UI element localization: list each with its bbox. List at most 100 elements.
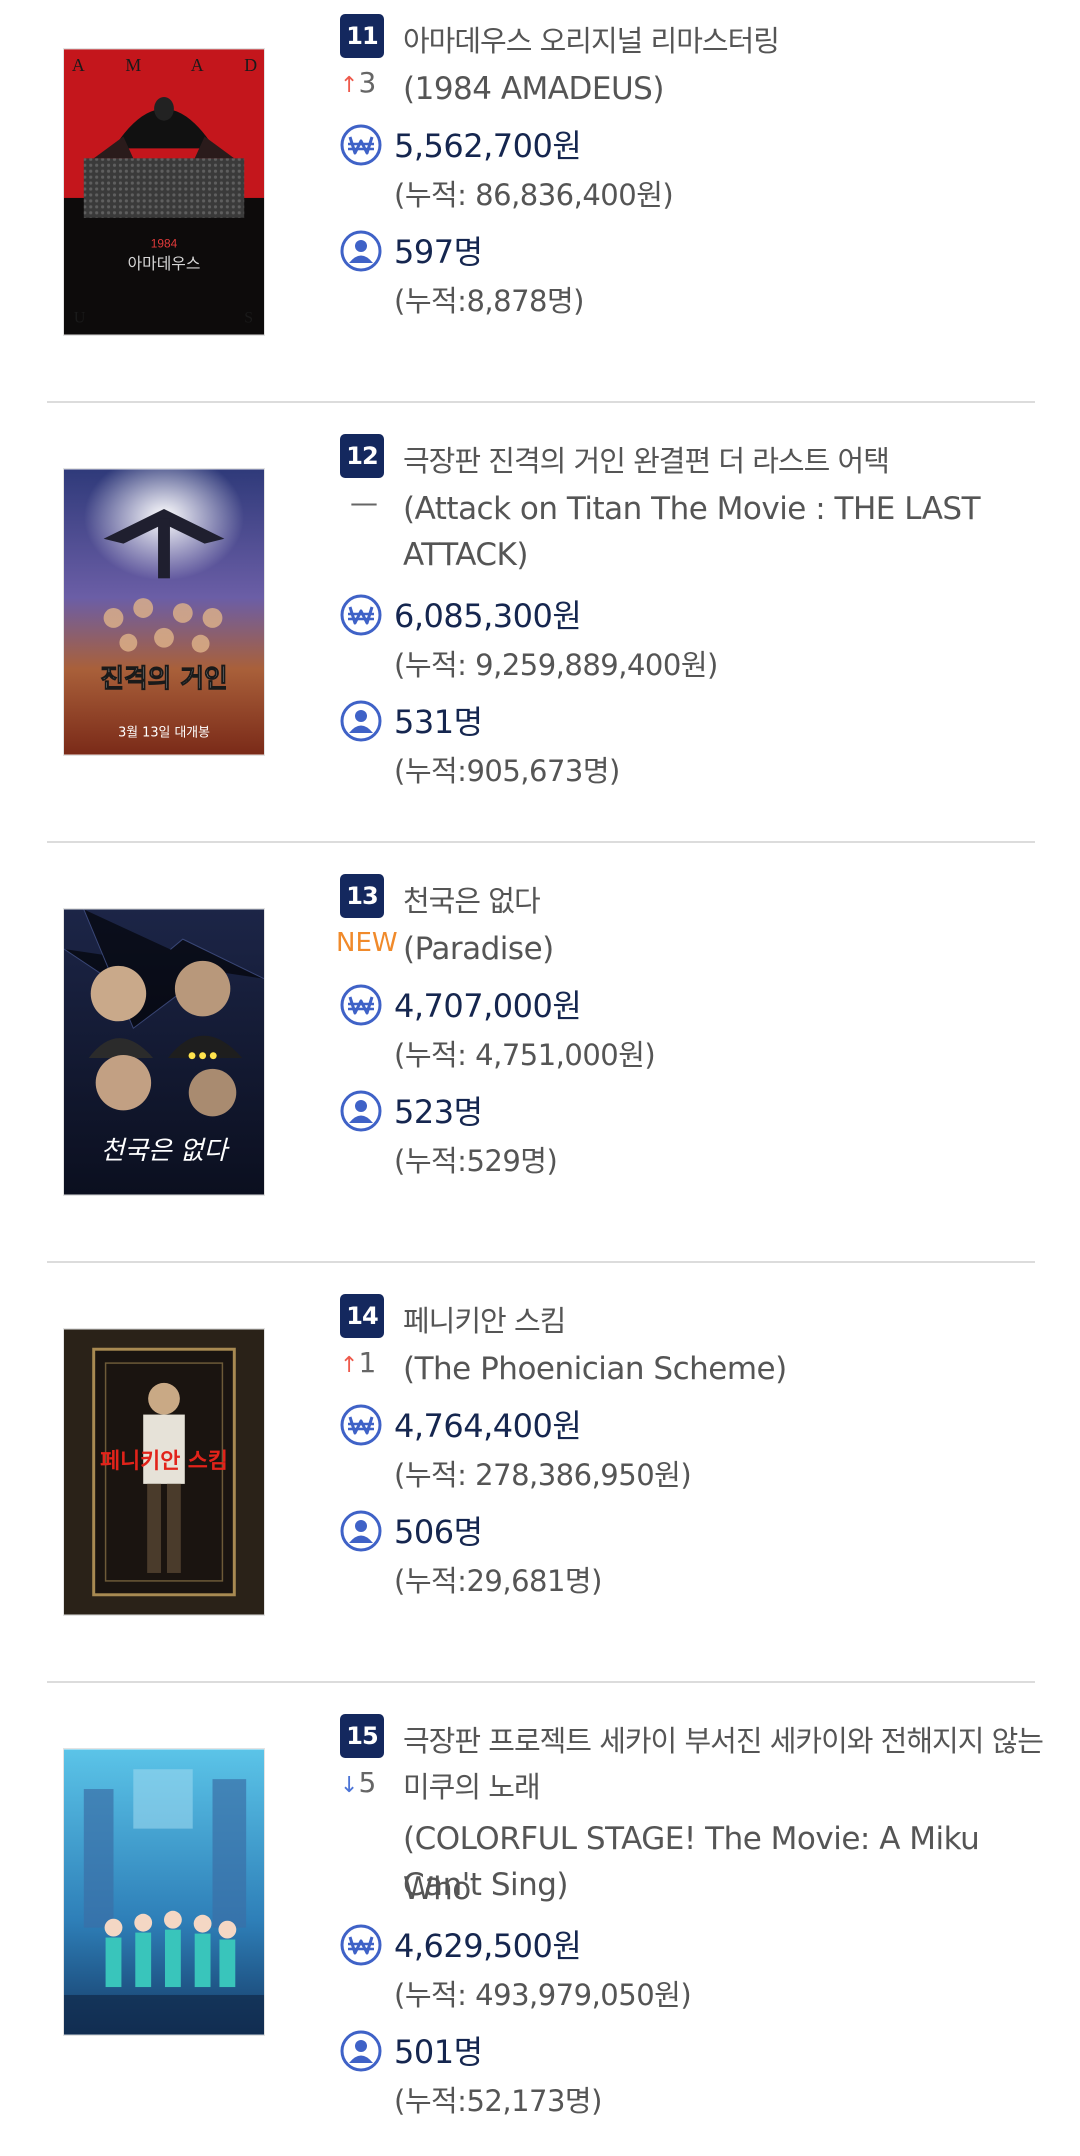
- list-item[interactable]: 진격의 거인 3월 13일 대개봉 12 극장판 진격의 거인 완결편 더 라스…: [47, 434, 1035, 834]
- person-icon: [340, 1510, 382, 1552]
- cumulative-sales: (누적: 86,836,400원): [394, 178, 674, 212]
- cumulative-audience: (누적:529명): [394, 1144, 558, 1178]
- svg-text:U: U: [74, 310, 86, 327]
- person-icon: [340, 230, 382, 272]
- movie-title-korean[interactable]: 페니키안 스킴: [403, 1298, 566, 1344]
- list-item[interactable]: ● ● ● 천국은 없다 13 천국은 없다 NEW (Paradise) 4,…: [47, 874, 1035, 1254]
- list-item[interactable]: A M A D 1984 아마데우스 U S 11 아마데우스 오리지널 리마스…: [47, 14, 1035, 394]
- movie-poster[interactable]: [63, 1748, 265, 2036]
- title-row-2: ↓5 미쿠의 노래: [340, 1760, 1040, 1810]
- audience-row: 597명: [340, 220, 1040, 276]
- movie-title-english-continued[interactable]: Can't Sing): [403, 1860, 569, 1910]
- rank-badge: 11: [340, 14, 384, 58]
- person-icon: [340, 1090, 382, 1132]
- audience-total-row: (누적:29,681명): [340, 1556, 1040, 1606]
- movie-info: 13 천국은 없다 NEW (Paradise) 4,707,000원 (누적:…: [336, 874, 1040, 1186]
- movie-title-english[interactable]: (The Phoenician Scheme): [403, 1344, 787, 1394]
- movie-title-korean[interactable]: 극장판 프로젝트 세카이 부서진 세카이와 전해지지 않는: [403, 1718, 1044, 1764]
- rank-change: ↑1: [340, 1340, 398, 1386]
- svg-text:D: D: [244, 55, 257, 75]
- divider: [47, 401, 1035, 403]
- title-row: 13 천국은 없다: [340, 874, 1040, 920]
- cumulative-audience: (누적:29,681명): [394, 1564, 602, 1598]
- daily-sales: 4,764,400원: [394, 1407, 582, 1445]
- title-row: 14 페니키안 스킴: [340, 1294, 1040, 1340]
- poster-attack-on-titan-image: 진격의 거인 3월 13일 대개봉: [64, 469, 264, 755]
- rank-change-value: 1: [358, 1346, 377, 1379]
- movie-title-korean[interactable]: 아마데우스 오리지널 리마스터링: [403, 18, 780, 64]
- audience-total-row: (누적:52,173명): [340, 2076, 1040, 2126]
- movie-poster[interactable]: 페니키안 스킴: [63, 1328, 265, 1616]
- cumulative-sales: (누적: 9,259,889,400원): [394, 648, 718, 682]
- audience-row: 531명: [340, 690, 1040, 746]
- movie-title-korean[interactable]: 천국은 없다: [403, 878, 541, 924]
- movie-title-english[interactable]: (1984 AMADEUS): [403, 64, 664, 114]
- won-coin-icon: [340, 1924, 382, 1966]
- audience-total-row: (누적:905,673명): [340, 746, 1040, 796]
- svg-text:A: A: [191, 55, 204, 75]
- poster-paradise-image: ● ● ● 천국은 없다: [64, 909, 264, 1195]
- svg-text:진격의 거인: 진격의 거인: [100, 664, 227, 694]
- movie-poster[interactable]: A M A D 1984 아마데우스 U S: [63, 48, 265, 336]
- movie-title-english-continued[interactable]: ATTACK): [403, 530, 528, 580]
- rank-change: ↓5: [340, 1760, 398, 1806]
- divider: [47, 1681, 1035, 1683]
- svg-text:3월 13일 대개봉: 3월 13일 대개봉: [118, 726, 210, 741]
- list-item[interactable]: 15 극장판 프로젝트 세카이 부서진 세카이와 전해지지 않는 ↓5 미쿠의 …: [47, 1714, 1044, 2154]
- daily-audience: 597명: [394, 233, 483, 271]
- movie-poster[interactable]: ● ● ● 천국은 없다: [63, 908, 265, 1196]
- movie-title-english[interactable]: (Attack on Titan The Movie : THE LAST: [403, 484, 981, 534]
- subtitle-row-2: ATTACK): [340, 530, 1040, 584]
- daily-audience: 531명: [394, 703, 483, 741]
- movie-poster[interactable]: 진격의 거인 3월 13일 대개봉: [63, 468, 265, 756]
- svg-text:천국은 없다: 천국은 없다: [101, 1136, 231, 1166]
- title-row: 15 극장판 프로젝트 세카이 부서진 세카이와 전해지지 않는: [340, 1714, 1044, 1760]
- svg-text:아마데우스: 아마데우스: [128, 254, 201, 273]
- subtitle-row: ↑3 (1984 AMADEUS): [340, 60, 1040, 114]
- subtitle-row: (COLORFUL STAGE! The Movie: A Miku Who: [340, 1810, 1040, 1907]
- cumulative-audience: (누적:8,878명): [394, 284, 584, 318]
- rank-change-value: 5: [358, 1766, 377, 1799]
- poster-phoenician-scheme-image: 페니키안 스킴: [64, 1329, 264, 1615]
- won-coin-icon: [340, 1404, 382, 1446]
- subtitle-row: ↑1 (The Phoenician Scheme): [340, 1340, 1040, 1394]
- sales-row: 5,562,700원: [340, 114, 1040, 170]
- won-coin-icon: [340, 594, 382, 636]
- svg-text:● ● ●: ● ● ●: [188, 1051, 217, 1061]
- rank-change: —: [350, 486, 378, 519]
- daily-sales: 4,707,000원: [394, 987, 582, 1025]
- movie-info: 14 페니키안 스킴 ↑1 (The Phoenician Scheme) 4,…: [340, 1294, 1040, 1606]
- cumulative-sales: (누적: 493,979,050원): [394, 1978, 692, 2012]
- svg-text:M: M: [125, 55, 141, 75]
- sales-row: 4,764,400원: [340, 1394, 1040, 1450]
- movie-title-korean[interactable]: 극장판 진격의 거인 완결편 더 라스트 어택: [403, 438, 890, 484]
- sales-total-row: (누적: 4,751,000원): [340, 1030, 1040, 1080]
- new-entry-badge: NEW: [336, 928, 398, 958]
- sales-row: 4,629,500원: [340, 1914, 1040, 1970]
- rank-badge: 14: [340, 1294, 384, 1338]
- rank-change-value: 3: [358, 66, 377, 99]
- svg-text:페니키안 스킴: 페니키안 스킴: [100, 1449, 228, 1474]
- sales-total-row: (누적: 9,259,889,400원): [340, 640, 1040, 690]
- movie-title-korean-continued[interactable]: 미쿠의 노래: [403, 1764, 541, 1810]
- title-row: 12 극장판 진격의 거인 완결편 더 라스트 어택: [340, 434, 1040, 480]
- audience-row: 506명: [340, 1500, 1040, 1556]
- rank-badge: 12: [340, 434, 384, 478]
- cumulative-audience: (누적:52,173명): [394, 2084, 602, 2118]
- person-icon: [340, 700, 382, 742]
- svg-text:A: A: [72, 55, 85, 75]
- movie-info: 15 극장판 프로젝트 세카이 부서진 세카이와 전해지지 않는 ↓5 미쿠의 …: [340, 1714, 1044, 2126]
- cumulative-sales: (누적: 4,751,000원): [394, 1038, 656, 1072]
- arrow-up-icon: ↑: [340, 1353, 359, 1378]
- divider: [47, 1261, 1035, 1263]
- sales-total-row: (누적: 493,979,050원): [340, 1970, 1040, 2020]
- svg-text:S: S: [244, 310, 253, 327]
- cumulative-audience: (누적:905,673명): [394, 754, 620, 788]
- won-coin-icon: [340, 124, 382, 166]
- svg-text:1984: 1984: [151, 236, 178, 250]
- movie-title-english[interactable]: (Paradise): [403, 924, 554, 974]
- movie-info: 11 아마데우스 오리지널 리마스터링 ↑3 (1984 AMADEUS) 5,…: [340, 14, 1040, 326]
- subtitle-row: — (Attack on Titan The Movie : THE LAST: [340, 480, 1040, 530]
- list-item[interactable]: 페니키안 스킴 14 페니키안 스킴 ↑1 (The Phoenician Sc…: [47, 1294, 1035, 1674]
- poster-colorful-stage-image: [64, 1749, 264, 2035]
